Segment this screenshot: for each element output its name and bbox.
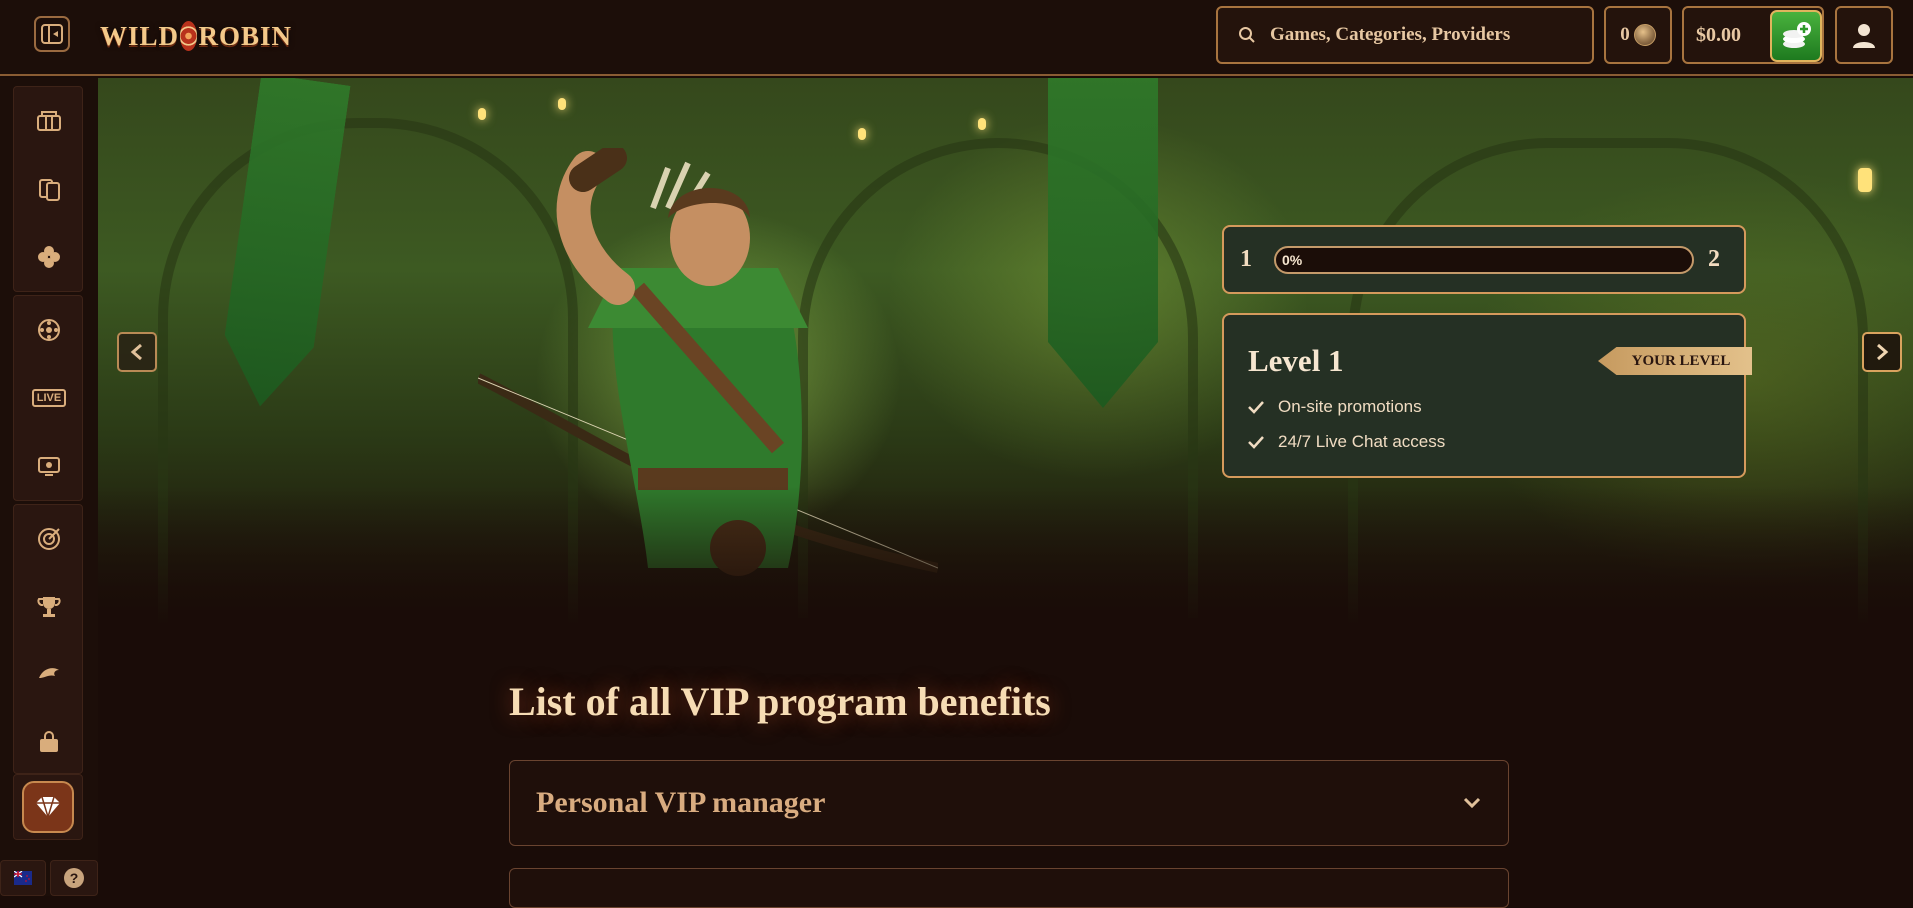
promo-icon (39, 668, 59, 678)
check-icon (1248, 436, 1264, 449)
sidebar-item-target[interactable] (14, 505, 84, 573)
casino-icon (37, 111, 61, 131)
hero-fade (98, 486, 1913, 626)
sidebar-group-live: LIVE (13, 295, 83, 501)
logo-text-right: ROBIN (198, 20, 292, 51)
level-card: Level 1 YOUR LEVEL On-site promotions 24… (1222, 313, 1752, 478)
sidebar-item-cards[interactable] (14, 155, 84, 223)
carousel-prev-button[interactable] (117, 332, 157, 372)
roulette-icon (38, 319, 60, 341)
vip-badge (22, 781, 74, 833)
coins-value: 0 (1620, 24, 1630, 45)
sidebar-item-shop[interactable] (14, 709, 84, 777)
level-benefit-item: On-site promotions (1248, 397, 1422, 417)
search-input[interactable]: Games, Categories, Providers (1216, 6, 1594, 64)
sidebar-item-roulette[interactable] (14, 296, 84, 364)
sidebar-toggle-icon (41, 24, 63, 44)
coin-icon (1633, 24, 1656, 46)
hero-candle (978, 118, 986, 130)
sidebar-item-vip[interactable] (13, 774, 83, 840)
accordion-label: Personal VIP manager (536, 786, 826, 819)
level-title: Level 1 (1248, 343, 1344, 378)
level-benefit-item: 24/7 Live Chat access (1248, 432, 1445, 452)
hero-torch (1858, 168, 1872, 192)
sidebar-toggle-button[interactable] (34, 16, 70, 52)
logo-text-left: WILD (100, 20, 180, 51)
nz-flag-icon (14, 871, 32, 885)
level-progress-bar: 0% (1274, 245, 1694, 274)
next-level-number: 2 (1708, 246, 1720, 272)
logo[interactable]: WILD ROBIN (100, 4, 292, 68)
sidebar-group-promos (13, 504, 83, 774)
deposit-button[interactable] (1770, 10, 1822, 62)
hero-banner-flag-right (1048, 78, 1158, 408)
level-progress-card: 1 0% 2 (1222, 225, 1746, 294)
target-icon (38, 528, 60, 550)
help-icon: ? (64, 868, 84, 888)
logo-target-icon (180, 21, 198, 51)
shop-icon (40, 731, 58, 752)
sidebar-item-monitor[interactable] (14, 432, 84, 500)
sidebar-item-casino[interactable] (14, 87, 84, 155)
search-icon (1239, 27, 1255, 43)
coins-counter[interactable]: 0 (1604, 6, 1672, 64)
search-placeholder: Games, Categories, Providers (1270, 24, 1511, 45)
hero-candle (478, 108, 486, 120)
user-icon (1853, 24, 1875, 48)
accordion-next[interactable] (509, 868, 1509, 908)
clover-icon (38, 246, 60, 268)
level-benefit-label: On-site promotions (1278, 397, 1422, 416)
balance-value: $0.00 (1696, 23, 1741, 46)
hero-candle (558, 98, 566, 110)
chevron-right-icon (1877, 343, 1889, 361)
help-button[interactable]: ? (50, 860, 98, 896)
monitor-icon (38, 457, 60, 476)
current-level-number: 1 (1240, 246, 1252, 272)
page-title: List of all VIP program benefits (509, 679, 1051, 724)
sidebar-item-clover[interactable] (14, 223, 84, 291)
language-button[interactable] (0, 860, 46, 896)
sidebar-item-live[interactable]: LIVE (14, 364, 84, 432)
trophy-icon (37, 597, 61, 617)
level-progress-percent: 0% (1282, 251, 1303, 268)
chevron-left-icon (130, 343, 142, 361)
sidebar-item-trophy[interactable] (14, 573, 84, 641)
sidebar-group-games (13, 86, 83, 292)
diamond-icon (36, 796, 60, 819)
profile-button[interactable] (1835, 6, 1893, 64)
top-header: WILD ROBIN Games, Categories, Providers … (0, 0, 1913, 76)
chevron-down-icon (1463, 797, 1481, 809)
live-icon: LIVE (31, 389, 67, 407)
coins-plus-icon (1783, 22, 1811, 48)
sidebar-item-promo[interactable] (14, 641, 84, 709)
sidebar: LIVE ? (0, 78, 98, 896)
accordion-personal-vip-manager[interactable]: Personal VIP manager (509, 760, 1509, 846)
level-benefit-label: 24/7 Live Chat access (1278, 432, 1446, 451)
carousel-next-button[interactable] (1862, 332, 1902, 372)
cards-icon (39, 179, 60, 201)
hero-candle (858, 128, 866, 140)
check-icon (1248, 401, 1264, 414)
your-level-badge: YOUR LEVEL (1598, 347, 1752, 375)
